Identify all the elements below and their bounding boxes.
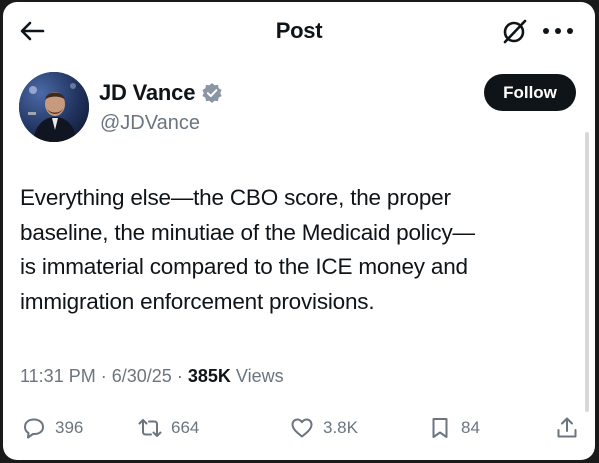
reply-button[interactable]: 396 [21, 408, 83, 448]
author-handle[interactable]: @JDVance [100, 112, 200, 135]
grok-button[interactable] [500, 16, 530, 46]
post-text-line: immigration enforcement provisions. [20, 288, 375, 314]
avatar[interactable] [19, 72, 89, 142]
repost-icon [138, 419, 162, 437]
more-horizontal-icon [543, 28, 573, 34]
author-name[interactable]: JD Vance [99, 80, 195, 106]
author-name-row: JD Vance [99, 80, 223, 106]
follow-button[interactable]: Follow [484, 74, 576, 111]
bookmark-count: 84 [461, 418, 480, 437]
like-count: 3.8K [323, 418, 358, 437]
more-button[interactable] [540, 24, 576, 36]
meta-separator: · [176, 366, 183, 386]
post-text-line: Everything else—the CBO score, the prope… [20, 185, 451, 210]
verified-badge-icon [202, 83, 222, 103]
heart-icon [291, 418, 313, 438]
post-text-line: baseline, the minutiae of the Medicaid p… [20, 219, 475, 245]
post-card: Post JD Vance @JDVance Follow Everything… [3, 2, 595, 460]
repost-button[interactable]: 664 [137, 408, 199, 448]
share-icon [557, 417, 577, 438]
post-text-line: is immaterial compared to the ICE money … [20, 254, 468, 279]
reply-count: 396 [55, 418, 84, 437]
profile-photo [19, 72, 89, 142]
bookmark-icon [432, 418, 448, 438]
action-bar: 396 664 3.8K 84 [3, 408, 595, 448]
meta-separator: · [100, 366, 107, 386]
repost-count: 664 [171, 418, 200, 437]
grok-icon [503, 19, 527, 44]
like-button[interactable]: 3.8K [289, 408, 358, 448]
post-text: Everything else—the CBO score, the prope… [20, 181, 585, 319]
scrollbar[interactable] [585, 132, 589, 412]
post-time[interactable]: 11:31 PM [20, 366, 96, 386]
reply-icon [24, 418, 44, 439]
views-label: Views [235, 366, 284, 386]
top-bar: Post [3, 2, 595, 60]
bookmark-button[interactable]: 84 [427, 408, 480, 448]
post-meta: 11:31 PM · 6/30/25 · 385K Views [20, 366, 284, 387]
post-date[interactable]: 6/30/25 [112, 366, 172, 386]
share-button[interactable] [554, 408, 580, 448]
views-count: 385K [187, 366, 231, 386]
